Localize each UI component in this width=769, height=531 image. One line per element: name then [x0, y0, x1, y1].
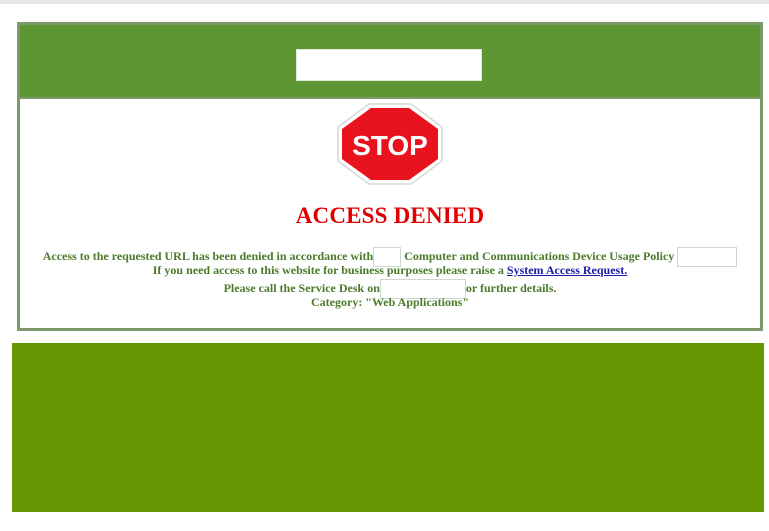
category-label: Category: "Web Applications": [311, 295, 469, 309]
message-service-desk-text: Please call the Service Desk on: [223, 280, 380, 295]
message-policy-name: Computer and Communications Device Usage…: [401, 248, 675, 263]
block-page-panel: STOP ACCESS DENIED Access to the request…: [17, 22, 763, 331]
top-strip: [0, 0, 769, 4]
system-access-request-link[interactable]: System Access Request.: [507, 263, 627, 277]
header-logo-placeholder: [296, 49, 482, 81]
message-details-text: or further details.: [465, 280, 557, 295]
message-line-request: If you need access to this website for b…: [20, 263, 760, 278]
page-footer: [12, 343, 764, 512]
message-policy-text: Access to the requested URL has been den…: [42, 248, 374, 263]
page-title: ACCESS DENIED: [295, 203, 485, 228]
message-request-text: If you need access to this website for b…: [152, 263, 507, 277]
stop-sign-label: STOP: [352, 130, 428, 161]
page-header: [20, 25, 760, 99]
stop-sign-icon: STOP: [337, 103, 443, 185]
